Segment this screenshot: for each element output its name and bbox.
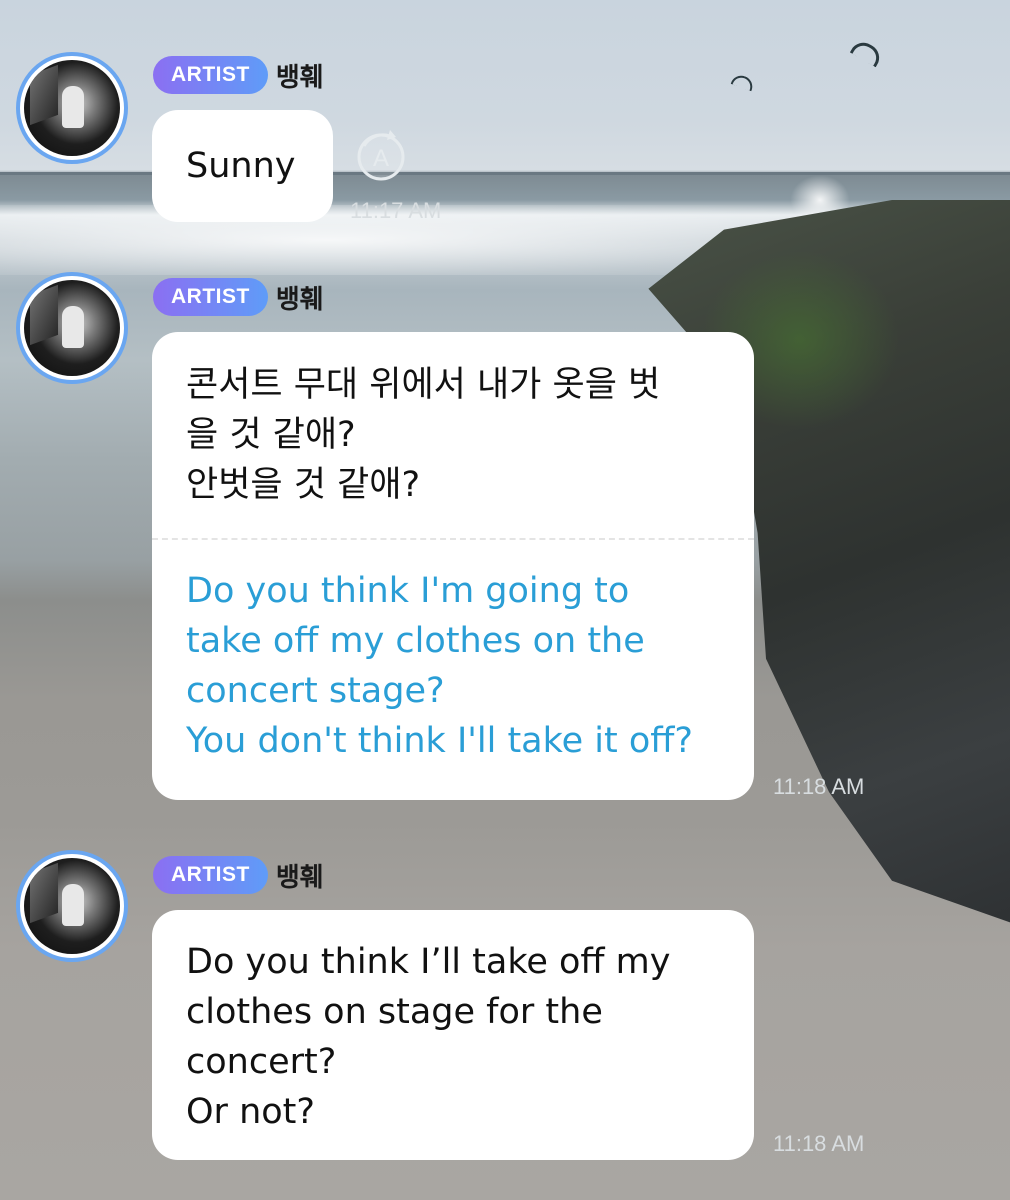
sender-row: ARTIST 뱅훼 <box>153 278 324 316</box>
artist-badge: ARTIST <box>153 56 268 94</box>
sender-row: ARTIST 뱅훼 <box>153 856 324 894</box>
message-text: clothes on stage for the <box>186 992 603 1032</box>
message-text: Sunny <box>186 146 296 186</box>
message-text: 안벗을 것 같애? <box>186 465 421 505</box>
avatar-photo-figure <box>62 306 84 348</box>
message-text: Or not? <box>186 1092 315 1132</box>
sender-name[interactable]: 뱅훼 <box>276 279 324 316</box>
avatar-photo-wall <box>30 862 58 924</box>
translation-text: Do you think I'm going to <box>186 571 630 611</box>
sender-name[interactable]: 뱅훼 <box>276 857 324 894</box>
avatar-photo <box>24 858 120 954</box>
message-timestamp: 11:18 AM <box>773 1131 865 1156</box>
avatar-photo-figure <box>62 86 84 128</box>
translation-text: concert stage? <box>186 671 445 711</box>
kite-icon <box>849 37 885 68</box>
avatar-photo <box>24 60 120 156</box>
avatar-photo-wall <box>30 284 58 346</box>
message-text: 콘서트 무대 위에서 내가 옷을 벗 <box>186 365 661 405</box>
artist-avatar[interactable] <box>16 52 128 164</box>
message-text: Do you think I’ll take off my <box>186 942 671 982</box>
message-text: concert? <box>186 1042 337 1082</box>
artist-avatar[interactable] <box>16 850 128 962</box>
translate-icon[interactable]: A <box>350 126 412 188</box>
translation-text: take off my clothes on the <box>186 621 645 661</box>
avatar-photo-wall <box>30 64 58 126</box>
message-bubble[interactable]: 콘서트 무대 위에서 내가 옷을 벗 을 것 같애? 안벗을 것 같애? Do … <box>152 332 754 800</box>
kite-icon <box>730 72 756 92</box>
artist-badge: ARTIST <box>153 278 268 316</box>
avatar-photo <box>24 280 120 376</box>
message-timestamp: 11:18 AM <box>773 774 865 799</box>
artist-badge: ARTIST <box>153 856 268 894</box>
artist-avatar[interactable] <box>16 272 128 384</box>
message-text: 을 것 같애? <box>186 415 356 455</box>
sender-name[interactable]: 뱅훼 <box>276 57 324 94</box>
avatar-photo-figure <box>62 884 84 926</box>
sender-row: ARTIST 뱅훼 <box>153 56 324 94</box>
message-bubble[interactable]: Do you think I’ll take off my clothes on… <box>152 910 754 1160</box>
message-bubble[interactable]: Sunny <box>152 110 333 222</box>
svg-text:A: A <box>373 145 389 172</box>
message-timestamp: 11:17 AM <box>350 198 442 223</box>
translation-divider <box>152 538 754 540</box>
translation-text: You don't think I'll take it off? <box>186 721 693 761</box>
